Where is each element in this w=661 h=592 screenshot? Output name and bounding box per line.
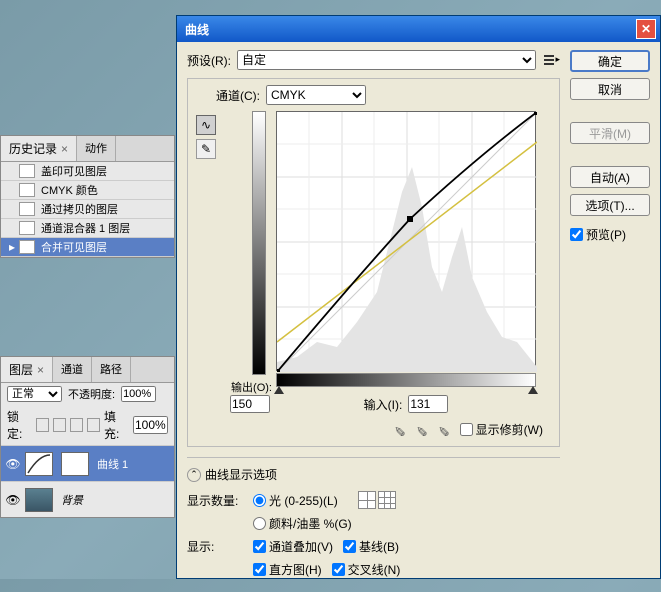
history-tabs: 历史记录× 动作 (1, 136, 174, 162)
layer-icon (19, 221, 35, 235)
channel-label: 通道(C): (216, 87, 260, 104)
pencil-tool-button[interactable]: ✎ (196, 139, 216, 159)
output-gradient (252, 111, 266, 375)
layer-row[interactable]: 👁 背景 (1, 481, 174, 517)
opacity-input[interactable] (121, 386, 156, 402)
layer-name: 背景 (61, 492, 83, 508)
preset-select[interactable]: 自定 (237, 50, 536, 70)
show-clip-checkbox[interactable] (460, 423, 473, 436)
show-clip-label: 显示修剪(W) (476, 421, 543, 438)
channel-select[interactable]: CMYK (266, 85, 366, 105)
preset-menu-icon[interactable] (542, 52, 560, 68)
radio-light[interactable] (253, 494, 266, 507)
input-input[interactable] (408, 395, 448, 413)
tab-paths[interactable]: 路径 (92, 357, 131, 382)
lock-position-icon[interactable] (70, 418, 83, 432)
curve-graph[interactable] (276, 111, 536, 371)
history-item[interactable]: 通道混合器 1 图层 (1, 219, 174, 238)
close-icon[interactable]: × (61, 142, 68, 156)
options-button[interactable]: 选项(T)... (570, 194, 650, 216)
lock-all-icon[interactable] (87, 418, 100, 432)
curves-thumb-icon (25, 452, 53, 476)
show-label: 显示: (187, 538, 243, 555)
mask-thumb-icon (61, 452, 89, 476)
lock-transparent-icon[interactable] (36, 418, 49, 432)
lock-label: 锁定: (7, 408, 32, 442)
preview-label: 预览(P) (586, 226, 626, 243)
output-input[interactable] (230, 395, 270, 413)
visibility-icon[interactable]: 👁 (5, 493, 21, 507)
histogram (277, 167, 537, 372)
layer-icon (19, 202, 35, 216)
history-item[interactable]: 通过拷贝的图层 (1, 200, 174, 219)
chevron-up-icon: ⌃ (187, 468, 201, 482)
titlebar[interactable]: 曲线 ✕ (177, 16, 660, 42)
cb-histogram[interactable] (253, 563, 266, 576)
opacity-label: 不透明度: (68, 386, 115, 402)
cb-intersection[interactable] (332, 563, 345, 576)
curve-fieldset: 通道(C): CMYK ∿ ✎ 输出(O): (187, 78, 560, 447)
tab-history[interactable]: 历史记录× (1, 136, 77, 161)
tab-layers[interactable]: 图层× (1, 357, 53, 382)
layers-panel: 图层× 通道 路径 正常 不透明度: 锁定: 填充: 👁 曲线 1 👁 背景 (0, 356, 175, 518)
black-eyedropper-icon[interactable] (394, 422, 410, 438)
coarse-grid-icon[interactable] (358, 491, 376, 509)
image-thumb-icon (25, 488, 53, 512)
layer-icon (19, 240, 35, 254)
output-label: 输出(O): (222, 379, 272, 395)
dialog-title: 曲线 (185, 21, 636, 38)
fill-label: 填充: (104, 408, 129, 442)
layers-tabs: 图层× 通道 路径 (1, 357, 174, 383)
layer-icon (19, 164, 35, 178)
layer-icon (19, 183, 35, 197)
preview-checkbox[interactable] (570, 228, 583, 241)
ok-button[interactable]: 确定 (570, 50, 650, 72)
input-gradient[interactable] (276, 373, 536, 387)
close-icon[interactable]: × (37, 363, 44, 377)
auto-button[interactable]: 自动(A) (570, 166, 650, 188)
display-options-toggle[interactable]: ⌃ 曲线显示选项 (187, 466, 277, 483)
history-item[interactable]: 盖印可见图层 (1, 162, 174, 181)
tab-actions[interactable]: 动作 (77, 136, 116, 161)
tab-channels[interactable]: 通道 (53, 357, 92, 382)
lock-pixels-icon[interactable] (53, 418, 66, 432)
radio-pigment[interactable] (253, 517, 266, 530)
black-point-slider[interactable] (274, 386, 284, 394)
fill-input[interactable] (133, 416, 168, 434)
history-panel: 历史记录× 动作 盖印可见图层 CMYK 颜色 通过拷贝的图层 通道混合器 1 … (0, 135, 175, 258)
cb-baseline[interactable] (343, 540, 356, 553)
close-button[interactable]: ✕ (636, 19, 656, 39)
layer-row[interactable]: 👁 曲线 1 (1, 445, 174, 481)
cb-channel-overlay[interactable] (253, 540, 266, 553)
gray-eyedropper-icon[interactable] (416, 422, 432, 438)
fine-grid-icon[interactable] (378, 491, 396, 509)
layer-name: 曲线 1 (97, 456, 128, 472)
history-item[interactable]: CMYK 颜色 (1, 181, 174, 200)
point-tool-button[interactable]: ∿ (196, 115, 216, 135)
display-amount-label: 显示数量: (187, 492, 243, 509)
white-point-slider[interactable] (528, 386, 538, 394)
cancel-button[interactable]: 取消 (570, 78, 650, 100)
history-item[interactable]: ▸合并可见图层 (1, 238, 174, 257)
smooth-button[interactable]: 平滑(M) (570, 122, 650, 144)
visibility-icon[interactable]: 👁 (5, 457, 21, 471)
white-eyedropper-icon[interactable] (438, 422, 454, 438)
curves-dialog: 曲线 ✕ 预设(R): 自定 通道(C): CMYK ∿ ✎ (176, 15, 661, 579)
preset-label: 预设(R): (187, 52, 231, 69)
input-label: 输入(I): (364, 396, 403, 413)
blend-mode-select[interactable]: 正常 (7, 386, 62, 402)
